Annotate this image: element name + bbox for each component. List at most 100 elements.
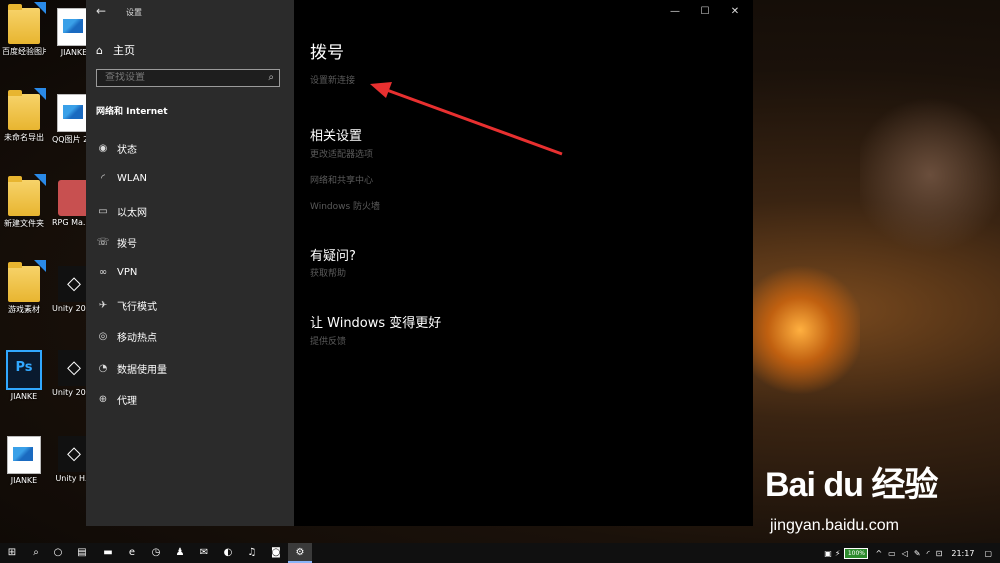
search-icon[interactable]: ⌕	[24, 543, 48, 563]
sidebar-item-label: VPN	[117, 267, 138, 278]
window-controls: — ☐ ✕	[660, 0, 750, 24]
music-app-icon[interactable]: ♫	[240, 543, 264, 563]
watermark-url: jingyan.baidu.com	[770, 517, 899, 534]
give-feedback-link[interactable]: 提供反馈	[310, 334, 346, 347]
desktop-icon[interactable]: Ps JIANKE	[2, 350, 46, 401]
sidebar-item-airplane[interactable]: ✈ 飞行模式	[96, 298, 157, 313]
sidebar-item-home[interactable]: ⌂ 主页	[96, 42, 135, 58]
wallpaper-glow	[860, 90, 1000, 260]
tray-icon[interactable]: ▣	[824, 549, 832, 558]
search-input[interactable]	[105, 72, 255, 83]
notification-icon[interactable]: ▢	[984, 549, 992, 558]
sidebar-item-label: 主页	[112, 44, 135, 57]
sidebar-item-label: 拨号	[117, 239, 137, 250]
folder-icon	[8, 2, 46, 44]
taskbar: ⊞ ⌕ ○ ▤ ▬ e ◷ ♟ ✉ ◐ ♫ ◙ ⚙ ▣ ⚡ 100% ^ ▭ ◁…	[0, 543, 1000, 563]
sidebar-item-dialup[interactable]: ☏ 拨号	[96, 235, 137, 250]
browser-icon[interactable]: ◐	[216, 543, 240, 563]
network-sharing-center-link[interactable]: 网络和共享中心	[310, 173, 373, 186]
sidebar: ← 设置 ⌂ 主页 ⌕ 网络和 Internet ◉ 状态 ◜ WLAN ▭ 以…	[86, 0, 294, 526]
sidebar-item-label: 数据使用量	[117, 365, 167, 376]
get-help-link[interactable]: 获取帮助	[310, 266, 346, 279]
globe-icon: ⊕	[98, 394, 108, 405]
wifi-icon: ◜	[101, 173, 105, 184]
related-settings-heading: 相关设置	[310, 129, 363, 144]
improve-windows-heading: 让 Windows 变得更好	[310, 316, 442, 331]
cortana-icon[interactable]: ○	[46, 543, 70, 563]
task-view-icon[interactable]: ▤	[70, 543, 94, 563]
app-icon[interactable]: ♟	[168, 543, 192, 563]
folder-icon	[8, 174, 46, 216]
desktop-icon-label: JIANKE	[10, 392, 38, 401]
language-icon[interactable]: ⊡	[936, 549, 943, 558]
desktop-icon-label: 新建文件夹	[4, 219, 44, 228]
vpn-icon: ∞	[98, 267, 108, 278]
desktop-icon[interactable]: JIANKE	[2, 436, 46, 485]
status-icon: ◉	[98, 143, 108, 154]
sidebar-item-label: 移动热点	[117, 333, 157, 344]
back-button[interactable]: ←	[96, 4, 110, 18]
clock[interactable]: 21:17	[951, 549, 974, 558]
desktop-icon-label: JIANKE	[10, 476, 38, 485]
folder-icon	[8, 260, 46, 302]
sidebar-item-hotspot[interactable]: ◎ 移动热点	[96, 329, 157, 344]
sidebar-item-vpn[interactable]: ∞ VPN	[96, 267, 138, 278]
windows-firewall-link[interactable]: Windows 防火墙	[310, 199, 380, 212]
wallpaper-glow	[740, 260, 860, 400]
sidebar-item-wlan[interactable]: ◜ WLAN	[96, 173, 147, 184]
power-icon[interactable]: ⚡	[835, 549, 841, 558]
chevron-up-icon[interactable]: ^	[875, 549, 882, 558]
setup-new-connection-link[interactable]: 设置新连接	[310, 73, 355, 86]
title-bar[interactable]: ← 设置	[86, 0, 294, 24]
dialup-icon: ☏	[96, 237, 110, 248]
settings-taskbar-icon[interactable]: ⚙	[288, 543, 312, 563]
wifi-icon[interactable]: ◜	[927, 549, 930, 558]
sidebar-item-label: 状态	[117, 145, 137, 156]
battery-indicator[interactable]: 100%	[844, 547, 869, 559]
sidebar-item-ethernet[interactable]: ▭ 以太网	[96, 204, 147, 219]
pen-icon[interactable]: ✎	[914, 549, 921, 558]
system-tray: ▣ ⚡ 100% ^ ▭ ◁ ✎ ◜ ⊡ 21:17 ▢	[821, 543, 1000, 563]
sidebar-item-data-usage[interactable]: ◔ 数据使用量	[96, 361, 167, 376]
baidu-logo: Bai du 经验	[765, 466, 938, 504]
start-button-icon[interactable]: ⊞	[0, 543, 24, 563]
page-title: 拨号	[310, 43, 344, 63]
sidebar-item-label: WLAN	[117, 173, 148, 184]
sidebar-item-status[interactable]: ◉ 状态	[96, 141, 137, 156]
sidebar-item-label: 飞行模式	[117, 302, 157, 313]
minimize-button[interactable]: —	[660, 0, 690, 24]
edge-icon[interactable]: e	[120, 543, 144, 563]
desktop-icon-label: 游戏素材	[8, 305, 40, 314]
desktop-icon[interactable]: 未命名导出	[2, 88, 46, 143]
close-button[interactable]: ✕	[720, 0, 750, 24]
help-heading: 有疑问?	[310, 249, 356, 264]
sidebar-item-label: 代理	[117, 396, 137, 407]
folder-icon	[8, 88, 46, 130]
desktop-icon[interactable]: 新建文件夹	[2, 174, 46, 229]
hotspot-icon: ◎	[98, 331, 108, 342]
content-pane: 拨号 设置新连接 相关设置 更改适配器选项 网络和共享中心 Windows 防火…	[310, 0, 750, 526]
wechat-icon[interactable]: ✉	[192, 543, 216, 563]
data-usage-icon: ◔	[98, 363, 108, 374]
desktop-icon-label: 百度经验图片	[2, 47, 46, 56]
desktop-icon[interactable]: 百度经验图片	[2, 2, 46, 57]
network-icon[interactable]: ▭	[888, 549, 896, 558]
window-title: 设置	[126, 8, 142, 17]
category-heading: 网络和 Internet	[96, 107, 168, 117]
file-explorer-icon[interactable]: ▬	[96, 543, 120, 563]
maximize-button[interactable]: ☐	[690, 0, 720, 24]
adapter-options-link[interactable]: 更改适配器选项	[310, 147, 373, 160]
sidebar-item-proxy[interactable]: ⊕ 代理	[96, 392, 137, 407]
baidu-watermark: Bai du 经验 jingyan.baidu.com	[765, 455, 995, 545]
volume-icon[interactable]: ◁	[902, 549, 908, 558]
ethernet-icon: ▭	[98, 206, 108, 217]
image-file-icon	[7, 436, 41, 474]
search-icon[interactable]: ⌕	[268, 72, 274, 83]
settings-window: ← 设置 ⌂ 主页 ⌕ 网络和 Internet ◉ 状态 ◜ WLAN ▭ 以…	[86, 0, 753, 526]
desktop-icon[interactable]: 游戏素材	[2, 260, 46, 315]
sidebar-item-label: 以太网	[117, 208, 147, 219]
app-icon[interactable]: ◙	[264, 543, 288, 563]
clock-app-icon[interactable]: ◷	[144, 543, 168, 563]
home-icon: ⌂	[96, 43, 103, 57]
search-box[interactable]: ⌕	[96, 69, 280, 87]
